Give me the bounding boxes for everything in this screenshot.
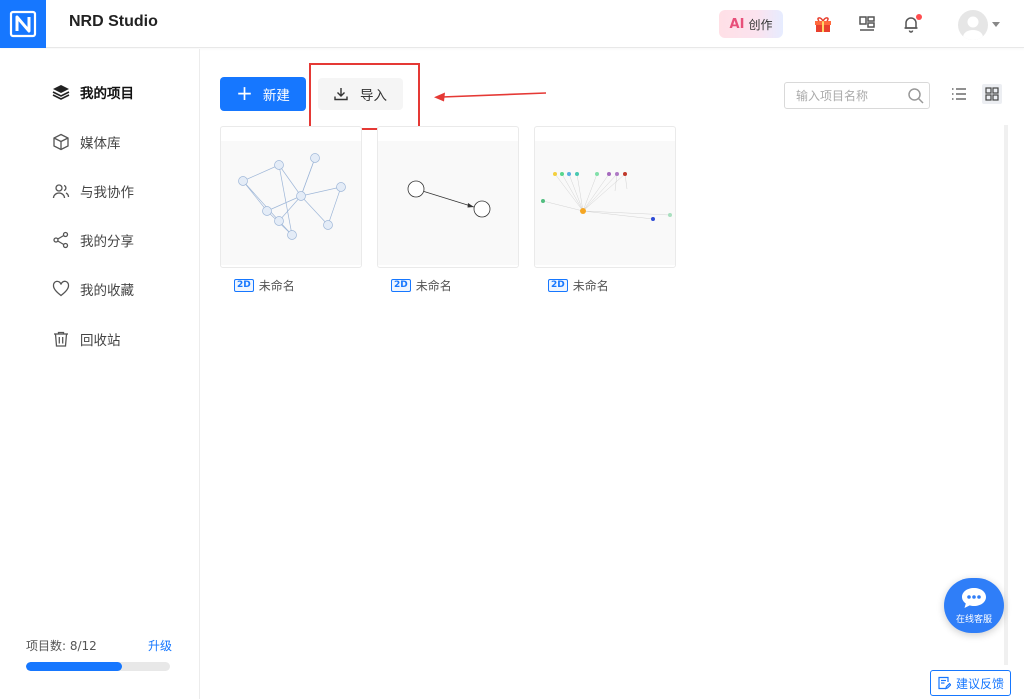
feedback-button[interactable]: 建议反馈 [930,670,1011,696]
online-support-label: 在线客服 [955,615,992,625]
avatar[interactable] [958,10,988,40]
project-quota: 项目数: 8/12 升级 [26,637,172,671]
project-card[interactable] [377,126,519,268]
project-thumbnail [378,141,518,265]
trash-icon [54,331,68,347]
sidebar-item-label: 回收站 [80,333,121,349]
new-project-label: 新建 [262,88,290,104]
sidebar-item-favorites[interactable]: 我的收藏 [52,278,134,300]
badge-2d: 2D [391,279,411,292]
grid-view-icon[interactable] [982,84,1002,104]
sidebar-item-label: 我的分享 [80,234,134,250]
chat-bubble-icon [962,588,986,608]
project-card-label: 2D 未命名 [391,277,452,294]
ai-prefix: AI [729,16,745,32]
layers-icon [52,85,70,100]
ai-create-label: 创作 [748,17,773,32]
app-title: NRD Studio [69,13,158,30]
users-icon [52,184,70,199]
sidebar-item-label: 我的收藏 [80,283,134,299]
notification-dot [916,14,922,20]
layout-icon[interactable] [856,13,878,35]
sidebar-item-label: 与我协作 [80,185,134,201]
sidebar-item-my-projects[interactable]: 我的项目 [52,81,134,103]
quota-label: 项目数: 8/12 [26,639,97,653]
quota-progress-bar [26,662,170,671]
cube-icon [53,133,69,151]
search-icon[interactable] [907,87,925,105]
heart-icon [52,280,70,297]
annotation-arrow [434,92,547,102]
badge-2d: 2D [234,279,254,292]
sidebar-item-label: 媒体库 [80,136,121,152]
project-thumbnail [221,141,361,265]
project-name: 未命名 [572,279,609,293]
quota-progress-fill [26,662,122,671]
project-card-label: 2D 未命名 [234,277,295,294]
project-search-input[interactable] [796,83,908,108]
list-view-icon[interactable] [951,86,967,102]
logo-n-icon [9,10,37,38]
feedback-label: 建议反馈 [955,676,1004,691]
sidebar: 我的项目 媒体库 与我协作 我的分享 我的收藏 回收站 项目数: 8/12 升级 [0,49,200,699]
sidebar-item-media-library[interactable]: 媒体库 [52,131,121,153]
chevron-down-icon[interactable] [992,22,1000,27]
annotation-highlight-box [309,63,420,130]
ai-create-button[interactable]: AI 创作 [719,10,783,38]
top-header: NRD Studio AI 创作 [0,0,1024,48]
sidebar-item-label: 我的项目 [80,86,134,102]
project-card[interactable] [534,126,676,268]
main-scrollbar[interactable] [1004,125,1008,665]
project-name: 未命名 [258,279,295,293]
project-card-label: 2D 未命名 [548,277,609,294]
sidebar-item-trash[interactable]: 回收站 [52,328,121,350]
gift-icon[interactable] [812,13,834,35]
new-project-button[interactable]: + 新建 [220,77,306,111]
badge-2d: 2D [548,279,568,292]
bell-icon[interactable] [900,13,922,35]
project-name: 未命名 [415,279,452,293]
sidebar-item-my-shares[interactable]: 我的分享 [52,229,134,251]
project-thumbnail [535,141,675,265]
project-search-box [784,82,930,109]
logo[interactable] [0,0,46,48]
share-icon [53,231,69,249]
upgrade-link[interactable]: 升级 [148,637,172,654]
plus-icon: + [236,81,253,105]
sidebar-item-collaborate[interactable]: 与我协作 [52,180,134,202]
online-support-button[interactable]: 在线客服 [944,578,1004,633]
edit-document-icon [938,676,951,690]
project-card[interactable] [220,126,362,268]
